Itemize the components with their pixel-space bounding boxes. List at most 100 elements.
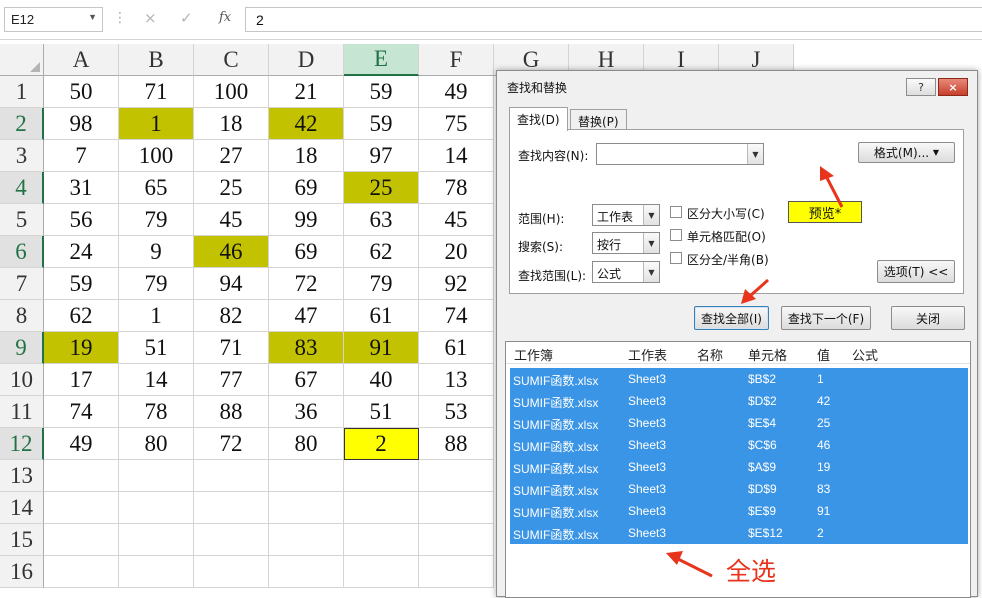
cell-c12[interactable]: 72 xyxy=(194,428,269,460)
result-row[interactable]: SUMIF函数.xlsx Sheet3 $D$2 42 xyxy=(510,390,968,412)
cell-c9[interactable]: 71 xyxy=(194,332,269,364)
result-row[interactable]: SUMIF函数.xlsx Sheet3 $E$9 91 xyxy=(510,500,968,522)
cell-e2[interactable]: 59 xyxy=(344,108,419,140)
cell-b13[interactable] xyxy=(119,460,194,492)
chevron-down-icon[interactable]: ▼ xyxy=(643,233,659,253)
cell-d3[interactable]: 18 xyxy=(269,140,344,172)
chevron-down-icon[interactable]: ▼ xyxy=(643,205,659,225)
row-header-2[interactable]: 2 xyxy=(0,108,44,140)
cancel-icon[interactable]: × xyxy=(144,9,157,27)
row-header-6[interactable]: 6 xyxy=(0,236,44,268)
cell-b14[interactable] xyxy=(119,492,194,524)
cell-e12[interactable]: 2 xyxy=(344,428,419,460)
row-header-14[interactable]: 14 xyxy=(0,492,44,524)
cell-c10[interactable]: 77 xyxy=(194,364,269,396)
cell-a9[interactable]: 19 xyxy=(44,332,119,364)
search-select[interactable]: 按行 ▼ xyxy=(592,232,660,254)
match-cell-checkbox[interactable] xyxy=(670,229,682,241)
cell-d10[interactable]: 67 xyxy=(269,364,344,396)
options-button[interactable]: 选项(T) << xyxy=(877,260,955,283)
column-header-f[interactable]: F xyxy=(419,44,494,76)
cell-d6[interactable]: 69 xyxy=(269,236,344,268)
cell-b6[interactable]: 9 xyxy=(119,236,194,268)
result-row[interactable]: SUMIF函数.xlsx Sheet3 $D$9 83 xyxy=(510,478,968,500)
cell-d13[interactable] xyxy=(269,460,344,492)
cell-e16[interactable] xyxy=(344,556,419,588)
cell-c4[interactable]: 25 xyxy=(194,172,269,204)
cell-a12[interactable]: 49 xyxy=(44,428,119,460)
row-header-12[interactable]: 12 xyxy=(0,428,44,460)
cell-c2[interactable]: 18 xyxy=(194,108,269,140)
cell-d1[interactable]: 21 xyxy=(269,76,344,108)
match-case-checkbox[interactable] xyxy=(670,206,682,218)
cell-a8[interactable]: 62 xyxy=(44,300,119,332)
cell-d11[interactable]: 36 xyxy=(269,396,344,428)
row-header-16[interactable]: 16 xyxy=(0,556,44,588)
cell-a11[interactable]: 74 xyxy=(44,396,119,428)
cell-c5[interactable]: 45 xyxy=(194,204,269,236)
cell-f12[interactable]: 88 xyxy=(419,428,494,460)
cell-a6[interactable]: 24 xyxy=(44,236,119,268)
look-in-select[interactable]: 公式 ▼ xyxy=(592,261,660,283)
cell-c1[interactable]: 100 xyxy=(194,76,269,108)
cell-c11[interactable]: 88 xyxy=(194,396,269,428)
cell-d5[interactable]: 99 xyxy=(269,204,344,236)
cell-a1[interactable]: 50 xyxy=(44,76,119,108)
row-header-5[interactable]: 5 xyxy=(0,204,44,236)
column-header-a[interactable]: A xyxy=(44,44,119,76)
cell-f6[interactable]: 20 xyxy=(419,236,494,268)
cell-b11[interactable]: 78 xyxy=(119,396,194,428)
close-icon[interactable]: × xyxy=(938,78,968,96)
cell-b16[interactable] xyxy=(119,556,194,588)
result-row[interactable]: SUMIF函数.xlsx Sheet3 $B$2 1 xyxy=(510,368,968,390)
cell-b2[interactable]: 1 xyxy=(119,108,194,140)
cell-a3[interactable]: 7 xyxy=(44,140,119,172)
cell-d2[interactable]: 42 xyxy=(269,108,344,140)
result-row[interactable]: SUMIF函数.xlsx Sheet3 $E$12 2 xyxy=(510,522,968,544)
row-header-13[interactable]: 13 xyxy=(0,460,44,492)
format-button[interactable]: 格式(M)... ▼ xyxy=(858,142,955,163)
cell-f8[interactable]: 74 xyxy=(419,300,494,332)
row-header-7[interactable]: 7 xyxy=(0,268,44,300)
column-header-d[interactable]: D xyxy=(269,44,344,76)
row-header-11[interactable]: 11 xyxy=(0,396,44,428)
cell-e13[interactable] xyxy=(344,460,419,492)
cell-e10[interactable]: 40 xyxy=(344,364,419,396)
chevron-down-icon[interactable]: ▼ xyxy=(747,144,763,164)
select-all-corner[interactable] xyxy=(0,44,44,76)
cell-a4[interactable]: 31 xyxy=(44,172,119,204)
cell-b8[interactable]: 1 xyxy=(119,300,194,332)
row-header-15[interactable]: 15 xyxy=(0,524,44,556)
cell-c8[interactable]: 82 xyxy=(194,300,269,332)
cell-f3[interactable]: 14 xyxy=(419,140,494,172)
cell-d15[interactable] xyxy=(269,524,344,556)
cell-d9[interactable]: 83 xyxy=(269,332,344,364)
row-header-8[interactable]: 8 xyxy=(0,300,44,332)
cell-b12[interactable]: 80 xyxy=(119,428,194,460)
cell-d12[interactable]: 80 xyxy=(269,428,344,460)
cell-f5[interactable]: 45 xyxy=(419,204,494,236)
cell-c6[interactable]: 46 xyxy=(194,236,269,268)
help-button[interactable]: ? xyxy=(906,78,936,96)
cell-a5[interactable]: 56 xyxy=(44,204,119,236)
cell-f4[interactable]: 78 xyxy=(419,172,494,204)
row-header-4[interactable]: 4 xyxy=(0,172,44,204)
cell-a2[interactable]: 98 xyxy=(44,108,119,140)
cell-e6[interactable]: 62 xyxy=(344,236,419,268)
column-header-e[interactable]: E xyxy=(344,44,419,76)
column-header-b[interactable]: B xyxy=(119,44,194,76)
cell-f9[interactable]: 61 xyxy=(419,332,494,364)
cell-d7[interactable]: 72 xyxy=(269,268,344,300)
find-all-button[interactable]: 查找全部(I) xyxy=(694,306,769,330)
enter-icon[interactable]: ✓ xyxy=(180,9,193,27)
close-dialog-button[interactable]: 关闭 xyxy=(891,306,965,330)
cell-f11[interactable]: 53 xyxy=(419,396,494,428)
cell-f13[interactable] xyxy=(419,460,494,492)
cell-a16[interactable] xyxy=(44,556,119,588)
cell-d16[interactable] xyxy=(269,556,344,588)
name-box[interactable]: E12 ▼ xyxy=(4,7,103,32)
cell-e15[interactable] xyxy=(344,524,419,556)
cell-e5[interactable]: 63 xyxy=(344,204,419,236)
cell-c13[interactable] xyxy=(194,460,269,492)
tab-find[interactable]: 查找(D) xyxy=(509,107,568,131)
